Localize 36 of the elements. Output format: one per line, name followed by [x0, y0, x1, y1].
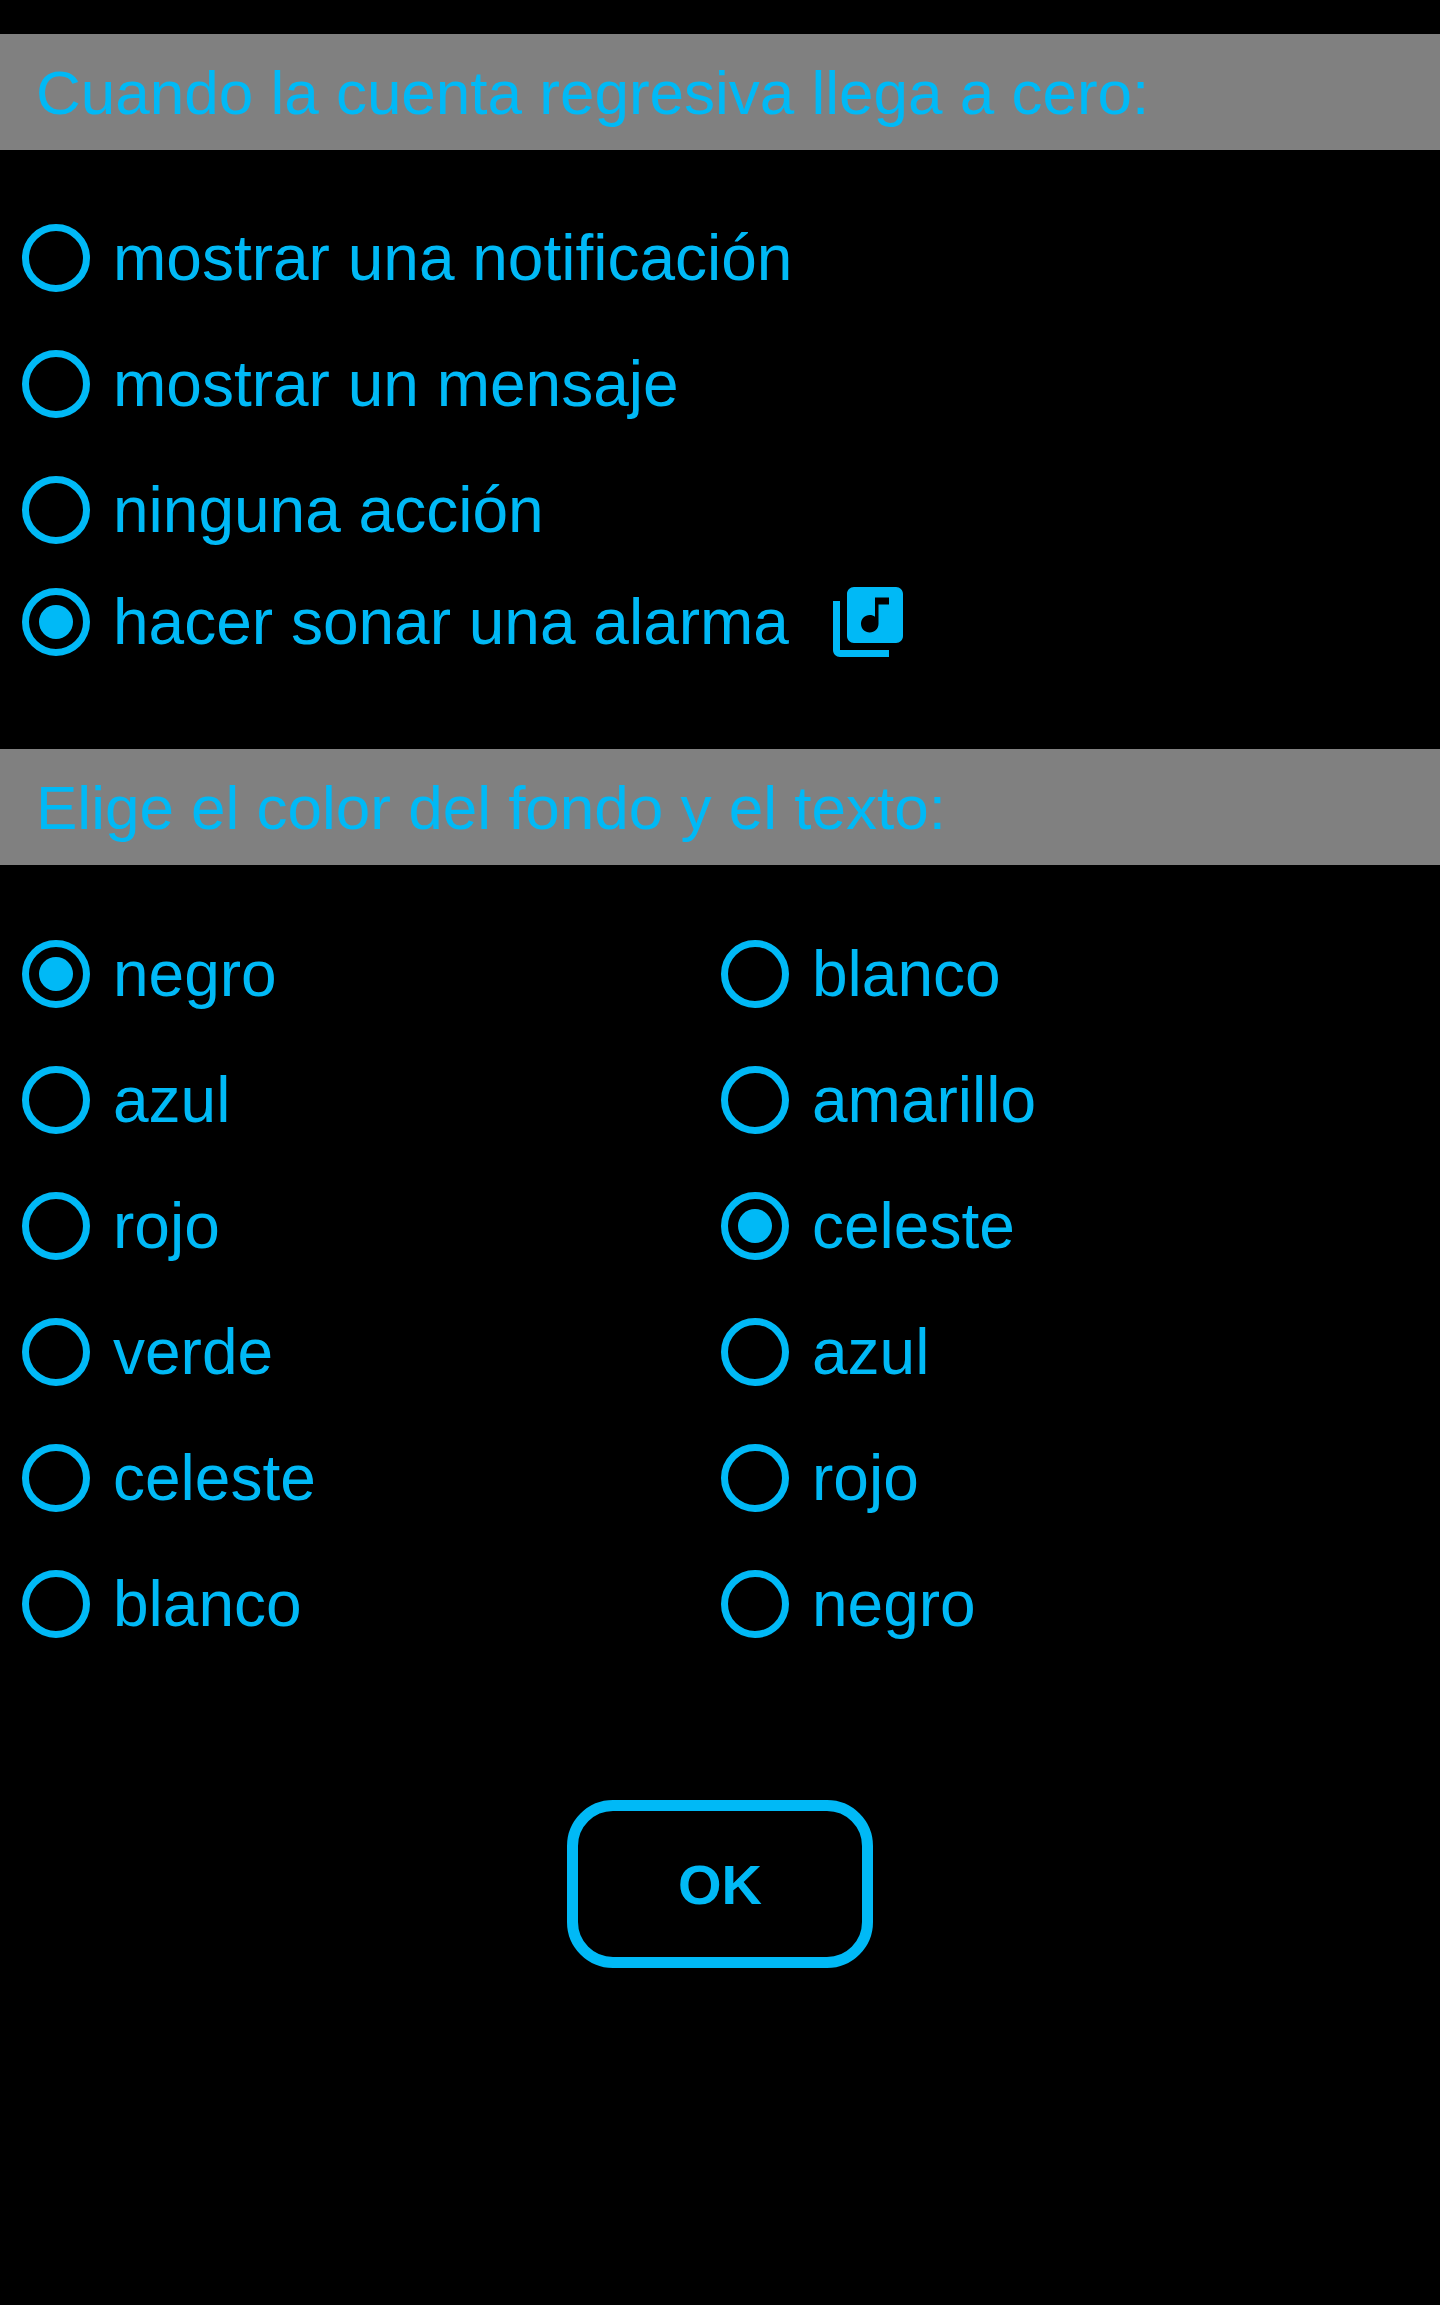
music-library-icon[interactable]: [832, 587, 903, 657]
radio-button[interactable]: [721, 1318, 789, 1386]
option-label: amarillo: [812, 1063, 1037, 1137]
option-label: negro: [113, 937, 277, 1011]
option-label: azul: [812, 1315, 930, 1389]
section-title: Cuando la cuenta regresiva llega a cero:: [36, 56, 1150, 128]
radio-button[interactable]: [22, 224, 90, 292]
option-label: rojo: [812, 1441, 919, 1515]
radio-button[interactable]: [22, 588, 90, 656]
option-label: hacer sonar una alarma: [113, 585, 789, 659]
option-label: celeste: [812, 1189, 1015, 1263]
option-label: ninguna acción: [113, 473, 544, 547]
radio-button[interactable]: [721, 1192, 789, 1260]
radio-button[interactable]: [721, 940, 789, 1008]
radio-button[interactable]: [22, 1570, 90, 1638]
option-label: mostrar un mensaje: [113, 347, 679, 421]
radio-button[interactable]: [22, 350, 90, 418]
radio-button[interactable]: [22, 1066, 90, 1134]
option-label: mostrar una notificación: [113, 221, 793, 295]
ok-button[interactable]: OK: [567, 1800, 873, 1968]
radio-button[interactable]: [721, 1444, 789, 1512]
option-label: blanco: [113, 1567, 302, 1641]
option-label: rojo: [113, 1189, 220, 1263]
radio-button[interactable]: [22, 1192, 90, 1260]
radio-button[interactable]: [721, 1570, 789, 1638]
radio-button[interactable]: [22, 1444, 90, 1512]
option-label: azul: [113, 1063, 231, 1137]
section-title: Elige el color del fondo y el texto:: [36, 771, 946, 843]
radio-button[interactable]: [22, 476, 90, 544]
option-label: verde: [113, 1315, 274, 1389]
radio-button[interactable]: [22, 1318, 90, 1386]
radio-button[interactable]: [721, 1066, 789, 1134]
option-label: negro: [812, 1567, 976, 1641]
option-label: blanco: [812, 937, 1001, 1011]
radio-button[interactable]: [22, 940, 90, 1008]
option-label: celeste: [113, 1441, 316, 1515]
